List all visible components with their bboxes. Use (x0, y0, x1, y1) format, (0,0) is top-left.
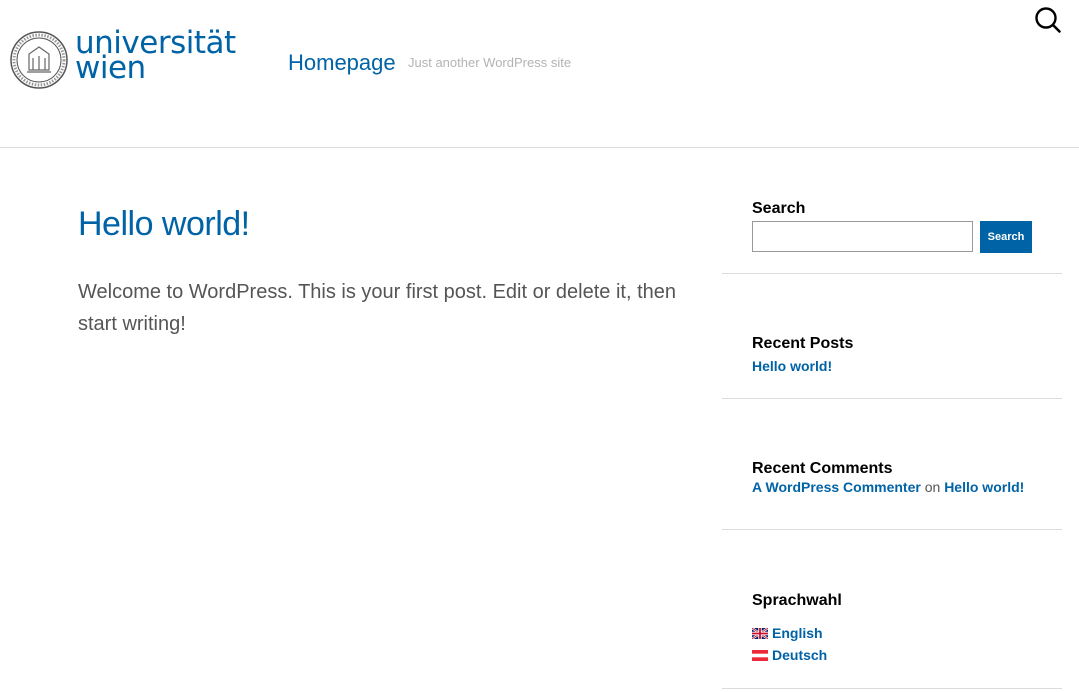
recent-posts-title: Recent Posts (752, 335, 854, 352)
comment-author-link[interactable]: A WordPress Commenter (752, 479, 921, 495)
language-widget-title: Sprachwahl (752, 592, 842, 609)
language-english[interactable]: English (752, 625, 823, 641)
language-deutsch-link[interactable]: Deutsch (772, 647, 827, 663)
search-button[interactable]: Search (980, 221, 1032, 253)
search-input[interactable] (752, 221, 973, 252)
recent-post-link[interactable]: Hello world! (752, 358, 832, 374)
university-logo[interactable]: universität wien (9, 28, 236, 90)
austria-flag-icon (752, 649, 768, 661)
uk-flag-icon (752, 627, 768, 639)
logo-wordmark: universität wien (75, 28, 236, 84)
recent-posts-widget: Recent Posts Hello world! (722, 273, 1062, 399)
comment-item: A WordPress Commenter on Hello world! (752, 479, 1024, 495)
site-title-link[interactable]: Homepage (288, 50, 396, 76)
comment-post-link[interactable]: Hello world! (944, 479, 1024, 495)
site-tagline: Just another WordPress site (408, 55, 572, 70)
language-widget: Sprachwahl English Deutsch (722, 529, 1062, 689)
search-widget-title: Search (752, 200, 806, 217)
recent-comments-widget: Recent Comments A WordPress Commenter on… (722, 398, 1062, 530)
post-title[interactable]: Hello world! (78, 205, 250, 244)
comment-on-text: on (924, 479, 941, 495)
post-content: Welcome to WordPress. This is your first… (78, 281, 677, 335)
language-deutsch[interactable]: Deutsch (752, 647, 827, 663)
university-seal-icon (10, 31, 68, 89)
language-english-link[interactable]: English (772, 625, 823, 641)
recent-comments-title: Recent Comments (752, 460, 893, 477)
search-widget: Search Search (722, 0, 1062, 274)
